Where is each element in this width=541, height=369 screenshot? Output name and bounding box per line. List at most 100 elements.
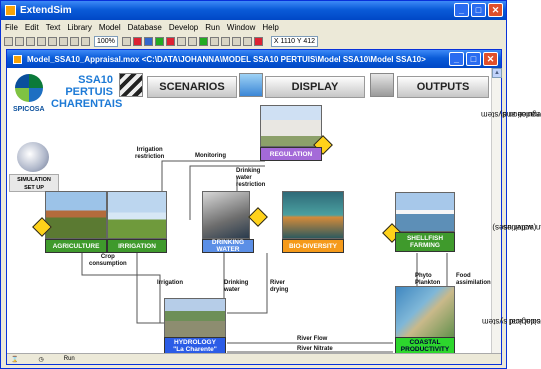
shellfish-label2: FARMING xyxy=(410,242,440,249)
app-titlebar: ExtendSim _ □ ✕ xyxy=(1,1,506,20)
biodiversity-block[interactable]: BIO-DIVERSITY xyxy=(282,239,344,253)
record-icon[interactable] xyxy=(165,37,175,46)
line-tool-icon[interactable] xyxy=(187,37,197,46)
site-title-line1: SSA10 xyxy=(78,74,113,86)
food-assimilation-label: Food assimilation xyxy=(456,273,491,286)
menu-window[interactable]: Window xyxy=(227,23,255,32)
status-bar: ⌛ ◷ Run xyxy=(7,353,501,364)
regulation-block[interactable]: REGULATION xyxy=(260,147,322,161)
physical-system-side-label: Physical andecological system xyxy=(482,316,541,326)
river-nitrate-label: River Nitrate xyxy=(297,346,333,352)
drinking-water-block[interactable]: DRINKING WATER xyxy=(202,239,254,253)
biodiversity-photo xyxy=(282,191,344,239)
menu-library[interactable]: Library xyxy=(67,23,91,32)
minimize-button[interactable]: _ xyxy=(454,3,469,17)
crop-consumption-label: Crop consumption xyxy=(89,254,127,267)
drinking-water-photo xyxy=(202,191,250,239)
site-title-line2: PERTUIS xyxy=(65,86,113,98)
irrigation-restriction-label: Irrigation restriction xyxy=(135,147,165,160)
color-tool-icon[interactable] xyxy=(253,37,263,46)
model-maximize-button[interactable]: □ xyxy=(466,52,481,66)
display-button[interactable]: DISPLAY xyxy=(265,76,365,98)
model-icon xyxy=(13,54,22,64)
model-title: Model_SSA10_Appraisal.mox <C:\DATA\JOHAN… xyxy=(27,54,426,64)
model-close-button[interactable]: ✕ xyxy=(483,52,498,66)
pointer-tool-icon[interactable] xyxy=(209,37,219,46)
scroll-up-icon[interactable]: ▲ xyxy=(492,68,502,78)
new-file-icon[interactable] xyxy=(4,37,13,46)
animate-icon[interactable] xyxy=(143,37,153,46)
model-minimize-button[interactable]: _ xyxy=(449,52,464,66)
regulation-photo xyxy=(260,105,322,147)
maximize-button[interactable]: □ xyxy=(471,3,486,17)
connect-tool-icon[interactable] xyxy=(198,37,208,46)
drinking-water-restriction-label: Drinking water restriction xyxy=(236,168,266,188)
irrigation-block[interactable]: IRRIGATION xyxy=(107,239,167,253)
app-title: ExtendSim xyxy=(20,5,72,16)
clapperboard-icon[interactable] xyxy=(119,73,143,97)
open-file-icon[interactable] xyxy=(15,37,24,46)
toolbar: 100% X 1110 Y 412 xyxy=(1,34,506,49)
link-irrigation xyxy=(136,253,167,324)
shellfish-farming-block[interactable]: SHELLFISH FARMING xyxy=(395,232,455,252)
display-chart-icon[interactable] xyxy=(239,73,263,97)
stop-icon[interactable] xyxy=(132,37,142,46)
menu-edit[interactable]: Edit xyxy=(25,23,39,32)
zoom-in-icon[interactable] xyxy=(121,37,131,46)
irrigation-photo xyxy=(107,191,167,239)
coordinates-readout: X 1110 Y 412 xyxy=(270,36,319,47)
step-icon[interactable] xyxy=(176,37,186,46)
agriculture-block[interactable]: AGRICULTURE xyxy=(45,239,107,253)
save-icon[interactable] xyxy=(26,37,35,46)
spicosa-label: SPICOSA xyxy=(13,106,45,113)
coastal-label2: PRODUCTIVITY xyxy=(400,346,450,353)
menu-develop[interactable]: Develop xyxy=(169,23,198,32)
phyto-plankton-label: Phyto Plankton xyxy=(415,273,441,286)
coastal-label1: COASTAL xyxy=(409,339,441,346)
run-icon[interactable] xyxy=(154,37,164,46)
site-title-line3: CHARENTAIS xyxy=(51,98,123,110)
drinking-water-link-label: Drinking water xyxy=(224,280,249,293)
model-canvas[interactable]: SPICOSA SSA10 PERTUIS CHARENTAIS SCENARI… xyxy=(7,68,491,355)
menu-help[interactable]: Help xyxy=(262,23,278,32)
shellfish-label1: SHELLFISH xyxy=(406,235,444,242)
hydrology-label1: HYDROLOGY xyxy=(174,339,216,346)
shellfish-photo xyxy=(395,192,455,232)
site-title: SSA10 PERTUIS CHARENTAIS xyxy=(51,74,123,110)
hourglass-icon: ⌛ xyxy=(11,356,19,363)
undo-icon[interactable] xyxy=(81,37,90,46)
print-icon[interactable] xyxy=(37,37,46,46)
model-window: Model_SSA10_Appraisal.mox <C:\DATA\JOHAN… xyxy=(6,49,502,365)
zoom-field[interactable]: 100% xyxy=(94,36,118,47)
irrigation-label: Irrigation xyxy=(157,280,184,286)
menu-run[interactable]: Run xyxy=(205,23,220,32)
hydrology-label2: "La Charente" xyxy=(173,346,217,353)
text-tool-icon[interactable] xyxy=(231,37,241,46)
copy-icon[interactable] xyxy=(59,37,68,46)
cut-icon[interactable] xyxy=(48,37,57,46)
clock-icon: ◷ xyxy=(38,356,44,363)
governance-side-label: Governance andRegulation system xyxy=(481,109,541,119)
menu-bar: File Edit Text Library Model Database De… xyxy=(1,20,506,34)
outputs-document-icon[interactable] xyxy=(370,73,394,97)
menu-text[interactable]: Text xyxy=(46,23,61,32)
app-icon xyxy=(5,5,16,16)
menu-model[interactable]: Model xyxy=(99,23,121,32)
coastal-photo xyxy=(395,286,455,340)
monitoring-label: Monitoring xyxy=(195,153,226,159)
outputs-button[interactable]: OUTPUTS xyxy=(397,76,489,98)
simulation-cd-icon[interactable] xyxy=(17,142,49,172)
simulation-setup-label1: SIMULATION xyxy=(17,177,51,183)
hand-tool-icon[interactable] xyxy=(220,37,230,46)
simulation-setup-button[interactable]: SIMULATION SET UP xyxy=(9,174,59,192)
menu-database[interactable]: Database xyxy=(128,23,162,32)
river-flow-label: River Flow xyxy=(297,336,328,342)
paste-icon[interactable] xyxy=(70,37,79,46)
river-drying-label: River drying xyxy=(270,280,289,293)
scenarios-button[interactable]: SCENARIOS xyxy=(147,76,237,98)
close-button[interactable]: ✕ xyxy=(488,3,503,17)
shape-tool-icon[interactable] xyxy=(242,37,252,46)
hydrology-photo xyxy=(164,298,226,340)
model-titlebar: Model_SSA10_Appraisal.mox <C:\DATA\JOHAN… xyxy=(7,50,501,68)
menu-file[interactable]: File xyxy=(5,23,18,32)
